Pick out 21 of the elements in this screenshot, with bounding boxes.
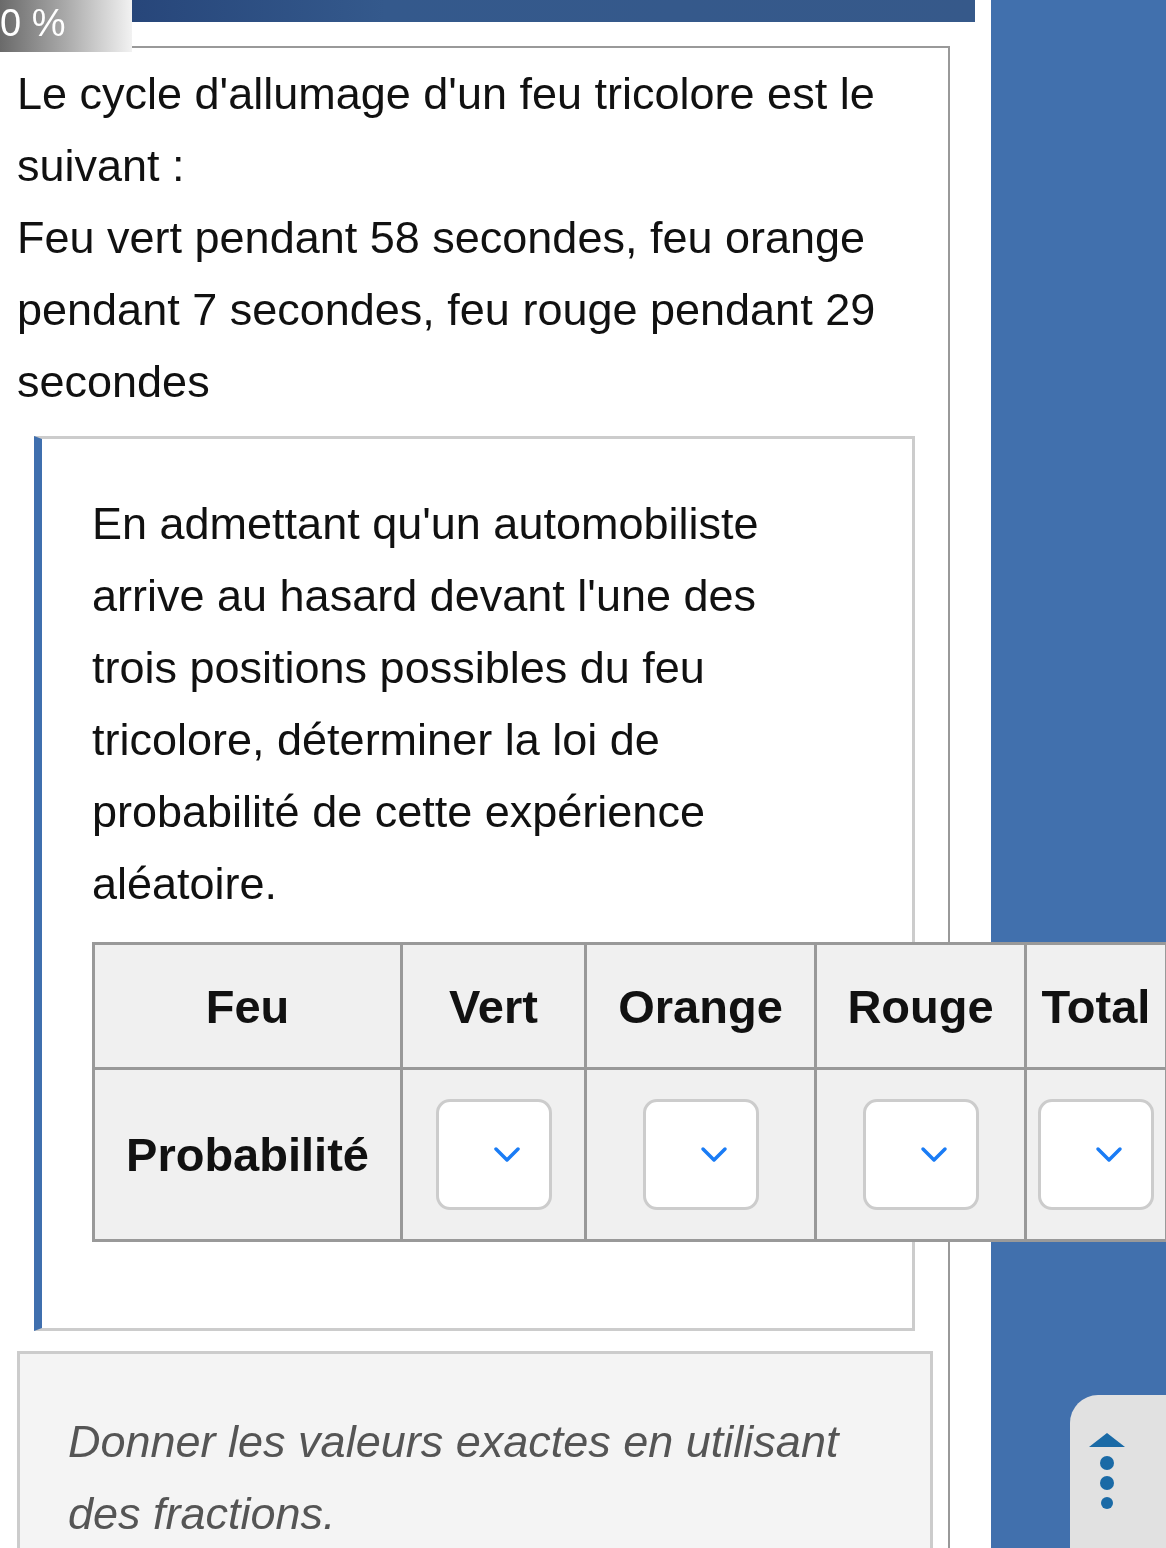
chevron-down-icon bbox=[1095, 1145, 1123, 1164]
arrow-up-dots-icon bbox=[1089, 1433, 1125, 1509]
dropdown-field[interactable] bbox=[435, 1099, 552, 1210]
dropdown-field[interactable] bbox=[862, 1099, 979, 1210]
intro-text: Le cycle d'allumage d'un feu tricolore est le suivant : bbox=[17, 67, 876, 193]
chevron-down-icon bbox=[492, 1145, 521, 1164]
column-header: Vert bbox=[401, 943, 586, 1069]
column-header: Total bbox=[1025, 943, 1166, 1069]
dropdown-field[interactable] bbox=[642, 1099, 759, 1210]
column-header: Rouge bbox=[815, 943, 1026, 1069]
scroll-top-button[interactable] bbox=[1070, 1395, 1166, 1548]
chevron-down-icon bbox=[919, 1145, 948, 1164]
hint-text: Donner les valeurs exactes en utilisant des fractions. bbox=[68, 1415, 841, 1541]
progress-label: 0 % bbox=[0, 0, 132, 52]
dropdown-field[interactable] bbox=[1038, 1099, 1154, 1210]
column-header: Orange bbox=[585, 943, 816, 1069]
row-header: Probabilité bbox=[93, 1068, 402, 1241]
chevron-down-icon bbox=[699, 1145, 728, 1164]
intro-text: Feu vert pendant 58 secondes, feu orange pendant 7 secondes, feu rouge pendant 29 secondes bbox=[17, 211, 877, 409]
column-header: Feu bbox=[93, 943, 402, 1069]
question-text: En admettant qu'un automobiliste arrive au hasard devant l'une des trois positions possibles du feu tricolore, déterminer la loi de probabilité de cette expérience aléatoire. bbox=[92, 497, 760, 911]
